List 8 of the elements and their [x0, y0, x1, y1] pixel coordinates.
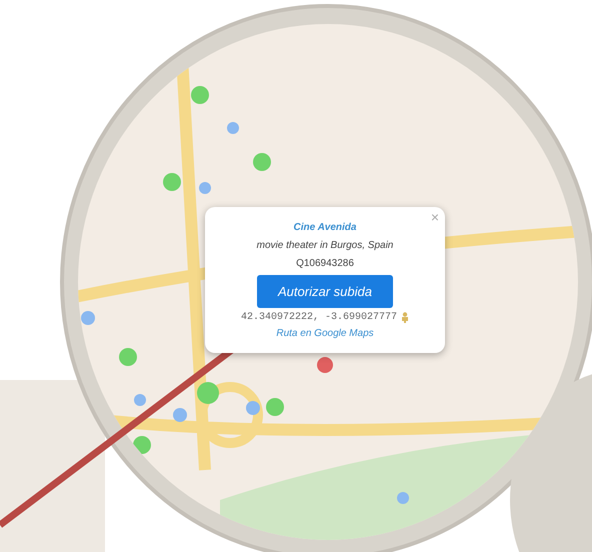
- close-button[interactable]: ×: [430, 209, 439, 225]
- figure-icon[interactable]: [401, 312, 410, 323]
- place-description: movie theater in Burgos, Spain: [256, 240, 394, 251]
- place-title: Cine Avenida: [294, 222, 356, 233]
- coordinates: 42.340972222, -3.699027777: [240, 312, 398, 323]
- route-link[interactable]: Ruta en Google Maps: [276, 328, 374, 339]
- authorize-upload-button[interactable]: Autorizar subida: [257, 275, 393, 308]
- item-id: Q106943286: [296, 258, 354, 269]
